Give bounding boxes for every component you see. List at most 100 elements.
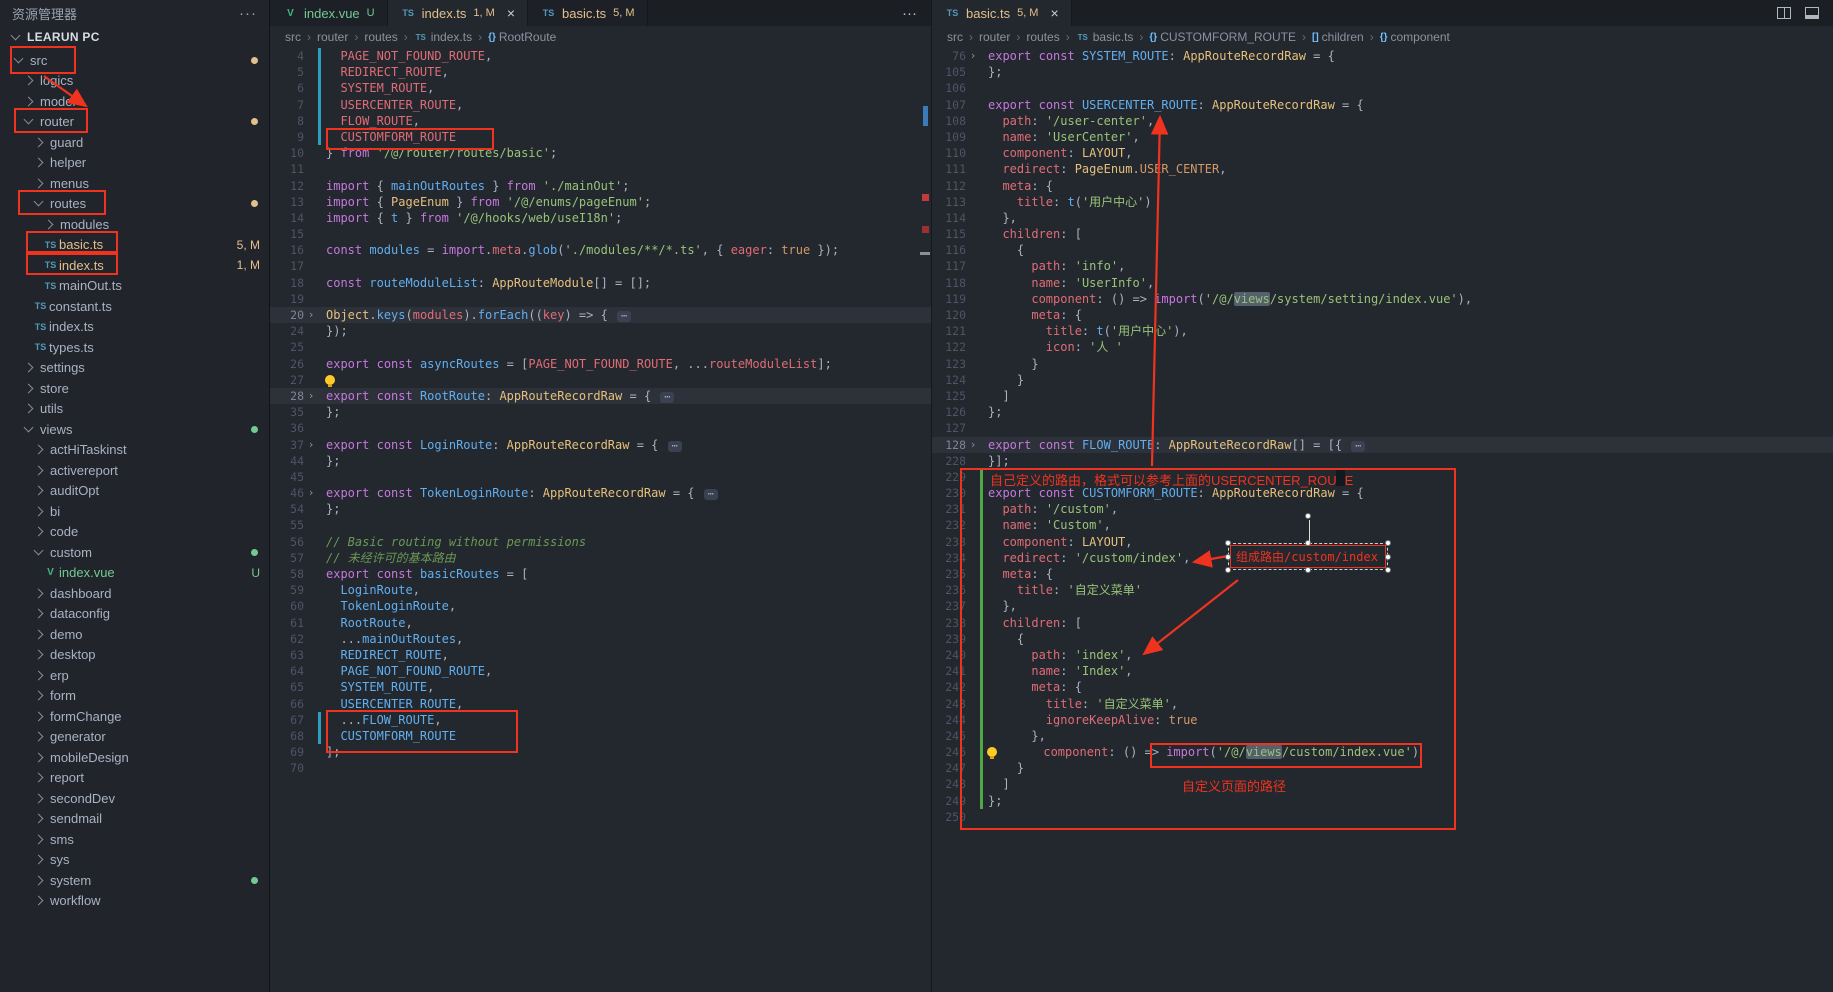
code-line[interactable]: 232 name: 'Custom', [932, 517, 1833, 533]
tab-index.vue[interactable]: Vindex.vueU [270, 0, 388, 26]
code-line[interactable]: 121 title: t('用户中心'), [932, 323, 1833, 339]
chevron-collapsed-icon[interactable] [34, 855, 44, 865]
breadcrumb-item-CUSTOMFORM_ROUTE[interactable]: {}CUSTOMFORM_ROUTE [1149, 30, 1296, 44]
code-line[interactable]: 228}]; [932, 453, 1833, 469]
close-icon[interactable]: × [507, 5, 515, 21]
code-line[interactable]: 37›export const LoginRoute: AppRouteReco… [270, 437, 931, 453]
tree-item-system[interactable]: system [0, 870, 269, 891]
tree-item-secondDev[interactable]: secondDev [0, 788, 269, 809]
tree-item-dataconfig[interactable]: dataconfig [0, 604, 269, 625]
breadcrumb-item-component[interactable]: {}component [1380, 30, 1450, 44]
chevron-collapsed-icon[interactable] [34, 875, 44, 885]
chevron-collapsed-icon[interactable] [34, 609, 44, 619]
tree-item-helper[interactable]: helper [0, 153, 269, 174]
code-line[interactable]: 70 [270, 760, 931, 776]
code-line[interactable]: 117 path: 'info', [932, 258, 1833, 274]
toggle-layout-icon[interactable] [1805, 7, 1819, 19]
tree-item-index.ts[interactable]: TSindex.ts [0, 317, 269, 338]
code-line[interactable]: 238 children: [ [932, 615, 1833, 631]
breadcrumb-item-router[interactable]: router [979, 30, 1010, 44]
tree-item-mobileDesign[interactable]: mobileDesign [0, 747, 269, 768]
tree-item-guard[interactable]: guard [0, 132, 269, 153]
chevron-collapsed-icon[interactable] [34, 711, 44, 721]
code-line[interactable]: 68 CUSTOMFORM_ROUTE [270, 728, 931, 744]
code-line[interactable]: 19 [270, 291, 931, 307]
tree-item-generator[interactable]: generator [0, 727, 269, 748]
chevron-collapsed-icon[interactable] [24, 76, 34, 86]
breadcrumb-item-RootRoute[interactable]: {}RootRoute [488, 30, 556, 44]
code-line[interactable]: 46›export const TokenLoginRoute: AppRout… [270, 485, 931, 501]
code-line[interactable]: 26export const asyncRoutes = [PAGE_NOT_F… [270, 356, 931, 372]
chevron-collapsed-icon[interactable] [34, 752, 44, 762]
code-line[interactable]: 248 ] [932, 776, 1833, 792]
code-line[interactable]: 120 meta: { [932, 307, 1833, 323]
fold-collapsed-icon[interactable]: › [304, 388, 318, 404]
code-line[interactable]: 35}; [270, 404, 931, 420]
breadcrumb-item-index.ts[interactable]: TSindex.ts [414, 30, 472, 44]
code-line[interactable]: 12import { mainOutRoutes } from './mainO… [270, 178, 931, 194]
breadcrumb-item-src[interactable]: src [285, 30, 301, 44]
code-line[interactable]: 249}; [932, 793, 1833, 809]
code-line[interactable]: 27 [270, 372, 931, 388]
tree-item-views[interactable]: views [0, 419, 269, 440]
tree-item-menus[interactable]: menus [0, 173, 269, 194]
code-line[interactable]: 229 [932, 469, 1833, 485]
tree-item-sendmail[interactable]: sendmail [0, 809, 269, 830]
code-line[interactable]: 14import { t } from '/@/hooks/web/useI18… [270, 210, 931, 226]
chevron-collapsed-icon[interactable] [24, 363, 34, 373]
code-line[interactable]: 59 LoginRoute, [270, 582, 931, 598]
code-editor-basic-ts[interactable]: 76›export const SYSTEM_ROUTE: AppRouteRe… [932, 48, 1833, 992]
code-line[interactable]: 239 { [932, 631, 1833, 647]
code-line[interactable]: 240 path: 'index', [932, 647, 1833, 663]
chevron-collapsed-icon[interactable] [34, 178, 44, 188]
code-line[interactable]: 13import { PageEnum } from '/@/enums/pag… [270, 194, 931, 210]
code-line[interactable]: 115 children: [ [932, 226, 1833, 242]
code-line[interactable]: 250 [932, 809, 1833, 825]
lightbulb-icon[interactable] [325, 375, 335, 385]
code-line[interactable]: 67 ...FLOW_ROUTE, [270, 712, 931, 728]
code-line[interactable]: 66 USERCENTER_ROUTE, [270, 696, 931, 712]
code-line[interactable]: 45 [270, 469, 931, 485]
code-line[interactable]: 6 SYSTEM_ROUTE, [270, 80, 931, 96]
breadcrumb-item-routes[interactable]: routes [364, 30, 397, 44]
breadcrumb-item-router[interactable]: router [317, 30, 348, 44]
tree-item-activereport[interactable]: activereport [0, 460, 269, 481]
tree-item-basic.ts[interactable]: TSbasic.ts5, M [0, 235, 269, 256]
tree-item-sys[interactable]: sys [0, 850, 269, 871]
code-line[interactable]: 123 } [932, 356, 1833, 372]
breadcrumb-item-basic.ts[interactable]: TSbasic.ts [1076, 30, 1134, 44]
tree-item-mainOut.ts[interactable]: TSmainOut.ts [0, 276, 269, 297]
explorer-more-actions-icon[interactable]: ··· [239, 5, 257, 22]
chevron-collapsed-icon[interactable] [34, 773, 44, 783]
code-line[interactable]: 28›export const RootRoute: AppRouteRecor… [270, 388, 931, 404]
code-line[interactable]: 109 name: 'UserCenter', [932, 129, 1833, 145]
code-line[interactable]: 116 { [932, 242, 1833, 258]
fold-collapsed-icon[interactable]: › [304, 485, 318, 501]
tree-item-logics[interactable]: logics [0, 71, 269, 92]
tree-item-modules[interactable]: modules [0, 214, 269, 235]
code-line[interactable]: 107export const USERCENTER_ROUTE: AppRou… [932, 97, 1833, 113]
tree-item-actHiTaskinst[interactable]: actHiTaskinst [0, 440, 269, 461]
chevron-collapsed-icon[interactable] [34, 834, 44, 844]
fold-collapsed-icon[interactable]: › [966, 437, 980, 453]
code-line[interactable]: 126}; [932, 404, 1833, 420]
chevron-collapsed-icon[interactable] [24, 96, 34, 106]
tree-item-bi[interactable]: bi [0, 501, 269, 522]
chevron-collapsed-icon[interactable] [24, 404, 34, 414]
chevron-collapsed-icon[interactable] [34, 137, 44, 147]
code-line[interactable]: 110 component: LAYOUT, [932, 145, 1833, 161]
chevron-collapsed-icon[interactable] [34, 691, 44, 701]
code-line[interactable]: 63 REDIRECT_ROUTE, [270, 647, 931, 663]
tree-item-types.ts[interactable]: TStypes.ts [0, 337, 269, 358]
code-line[interactable]: 231 path: '/custom', [932, 501, 1833, 517]
fold-collapsed-icon[interactable]: › [304, 307, 318, 323]
code-line[interactable]: 125 ] [932, 388, 1833, 404]
code-line[interactable]: 235 meta: { [932, 566, 1833, 582]
tree-item-utils[interactable]: utils [0, 399, 269, 420]
tree-item-desktop[interactable]: desktop [0, 645, 269, 666]
code-line[interactable]: 113 title: t('用户中心') [932, 194, 1833, 210]
tree-item-formChange[interactable]: formChange [0, 706, 269, 727]
chevron-expanded-icon[interactable] [24, 422, 34, 432]
tree-item-index.ts[interactable]: TSindex.ts1, M [0, 255, 269, 276]
code-line[interactable]: 122 icon: '人 ' [932, 339, 1833, 355]
